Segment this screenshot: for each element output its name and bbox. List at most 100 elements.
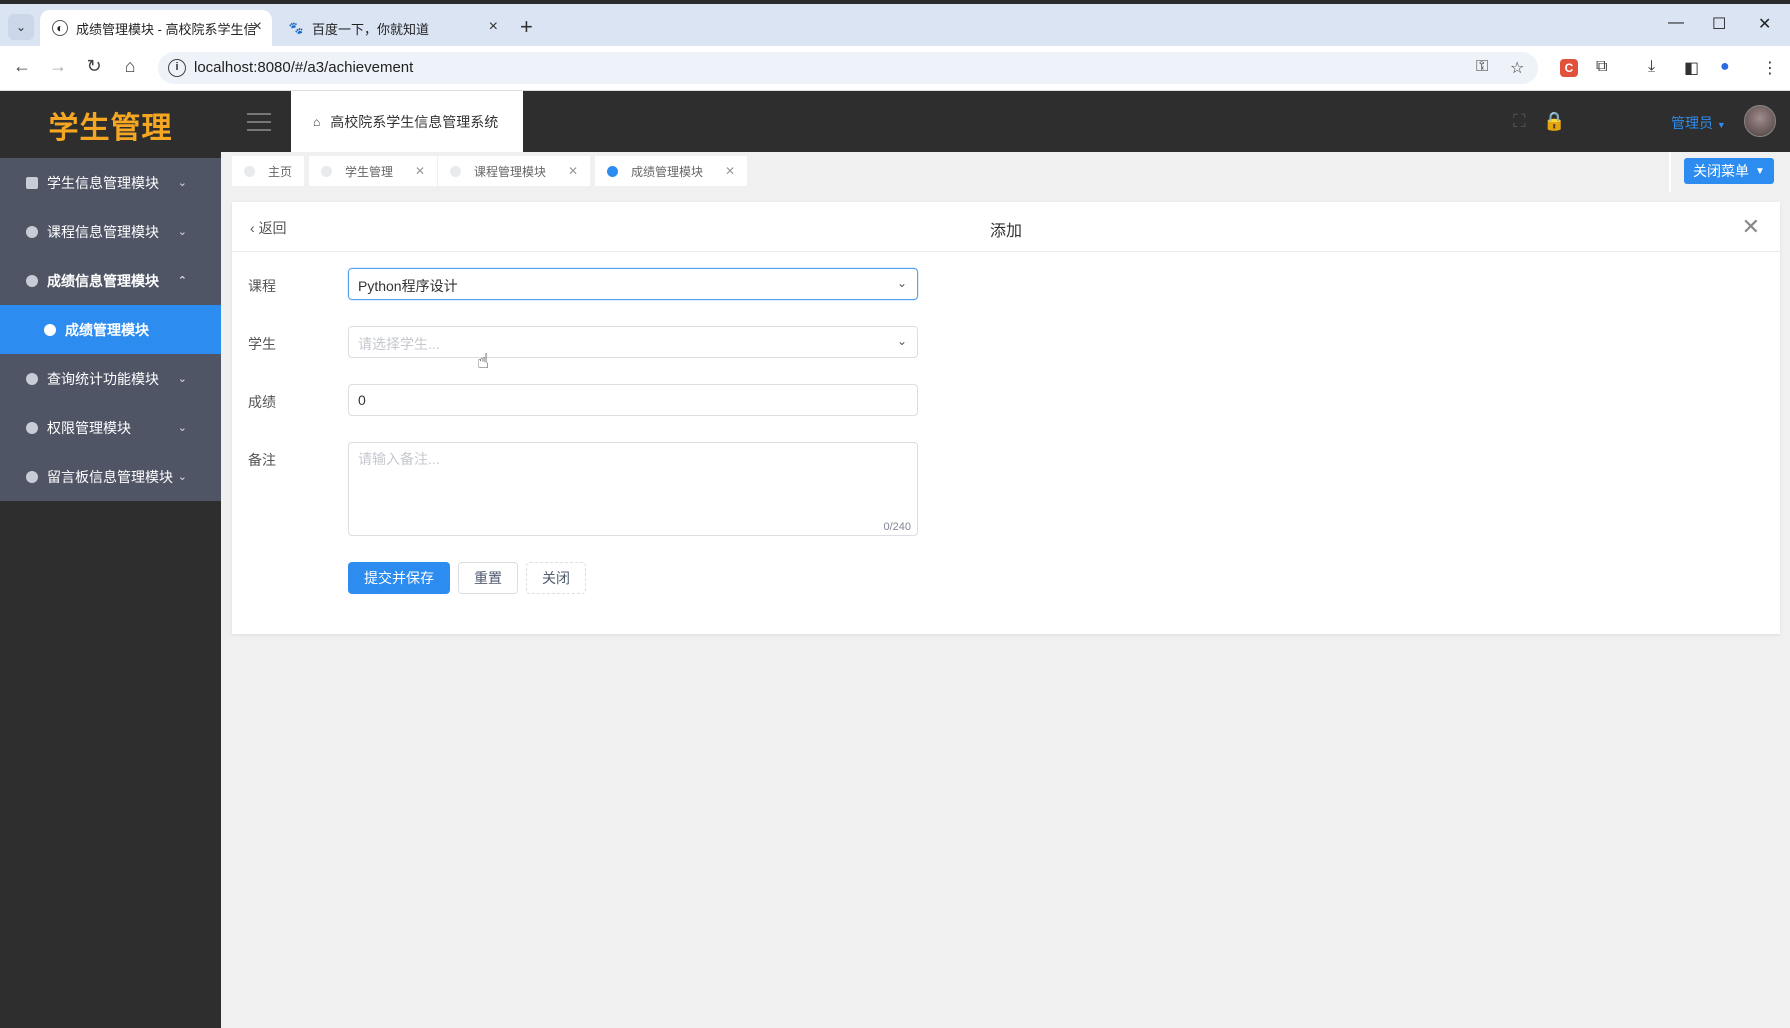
maximize-icon[interactable]: ☐ (1712, 14, 1726, 34)
browser-tab-title: 成绩管理模块 - 高校院系学生信 (76, 21, 257, 37)
tag-score-management[interactable]: 成绩管理模块 ✕ (595, 156, 748, 186)
divider (1669, 152, 1671, 192)
close-tab-icon[interactable]: × (489, 18, 498, 36)
back-arrow-icon[interactable]: ← (10, 56, 34, 77)
tag-course-management[interactable]: 课程管理模块 ✕ (438, 156, 591, 186)
minimize-icon[interactable]: — (1668, 14, 1684, 32)
reset-button[interactable]: 重置 (458, 562, 518, 594)
window-close-icon[interactable]: ✕ (1758, 14, 1771, 34)
sidebar-item-label: 查询统计功能模块 (47, 370, 159, 387)
extension-c-icon[interactable]: C (1560, 59, 1578, 77)
sidebar-item-label: 成绩信息管理模块 (47, 272, 159, 289)
hand-cursor-icon: ☝ (477, 351, 490, 373)
download-icon[interactable]: ⤓ (1648, 58, 1655, 76)
new-tab-button[interactable]: + (520, 14, 533, 40)
site-info-icon[interactable]: i (168, 59, 186, 77)
sidebar-item-label: 留言板信息管理模块 (47, 468, 173, 485)
page-title: 添加 (989, 223, 1022, 240)
tag-label: 成绩管理模块 (631, 164, 704, 179)
close-icon[interactable]: ✕ (1742, 214, 1760, 240)
caret-down-icon: ▼ (1755, 165, 1765, 177)
close-button[interactable]: 关闭 (526, 562, 586, 594)
score-input[interactable]: 0 (348, 384, 918, 416)
avatar[interactable] (1744, 105, 1776, 137)
chevron-down-icon: ⌄ (896, 276, 907, 290)
fullscreen-icon[interactable]: ⛶ (1513, 111, 1526, 132)
tag-home[interactable]: 主页 (232, 156, 305, 186)
browser-tab[interactable]: 🐾 百度一下，你就知道 × (276, 10, 508, 46)
close-menu-label: 关闭菜单 (1693, 163, 1750, 179)
sidebar-item-message-board[interactable]: 留言板信息管理模块 ⌄ (0, 452, 221, 501)
student-placeholder: 请选择学生... (358, 336, 440, 352)
remark-placeholder: 请输入备注... (358, 451, 440, 467)
reload-icon[interactable]: ↻ (82, 56, 106, 77)
course-label: 课程 (248, 278, 276, 294)
menu-toggle-icon[interactable] (247, 113, 271, 137)
score-label: 成绩 (248, 394, 276, 410)
caret-down-icon: ▼ (1716, 120, 1726, 130)
status-dot (244, 166, 255, 177)
home-icon: ⌂ (313, 114, 321, 129)
chevron-down-icon: ⌄ (177, 471, 187, 483)
sidebar-item-label: 权限管理模块 (47, 419, 131, 436)
browser-tabstrip: ⌄ ◐ 成绩管理模块 - 高校院系学生信 × 🐾 百度一下，你就知道 × + —… (0, 0, 1790, 46)
gear-icon (26, 225, 38, 238)
tag-student-management[interactable]: 学生管理 ✕ (309, 156, 438, 186)
sidebar-item-label: 学生信息管理模块 (47, 174, 159, 191)
browser-tab-title: 百度一下，你就知道 (312, 21, 430, 37)
course-value: Python程序设计 (358, 278, 458, 294)
gear-icon (26, 274, 38, 287)
side-panel-icon[interactable]: ◧ (1684, 58, 1699, 78)
url-bar[interactable]: i localhost:8080/#/a3/achievement ⚿ ☆ (158, 52, 1538, 84)
close-tab-icon[interactable]: × (253, 18, 262, 36)
close-icon[interactable]: ✕ (415, 164, 425, 178)
remark-textarea[interactable]: 请输入备注... 0/240 (348, 442, 918, 536)
form-card: ‹ 返回 添加 ✕ 课程 Python程序设计 ⌄ 学生 请选择学生... ⌄ … (232, 202, 1780, 634)
lock-icon[interactable]: 🔒 (1543, 111, 1565, 132)
app-logo: 学生管理 (48, 111, 173, 145)
sidebar-item-student-info[interactable]: 学生信息管理模块 ⌄ (0, 158, 221, 207)
user-name: 管理员 (1671, 115, 1713, 131)
sidebar-item-label: 成绩管理模块 (65, 321, 149, 338)
profile-icon[interactable]: ● (1720, 58, 1730, 76)
tab-search-button[interactable]: ⌄ (8, 14, 34, 40)
chevron-down-icon: ⌄ (177, 422, 187, 434)
close-menu-button[interactable]: 关闭菜单 ▼ (1684, 158, 1774, 184)
submit-save-button[interactable]: 提交并保存 (348, 562, 450, 594)
sidebar: 学生管理 学生信息管理模块 ⌄ 课程信息管理模块 ⌄ 成绩信息管理模块 ⌃ 成绩… (0, 91, 221, 1028)
sidebar-item-score-management[interactable]: 成绩管理模块 (0, 305, 221, 354)
user-menu[interactable]: 管理员 ▼ (1671, 113, 1726, 133)
sidebar-item-label: 课程信息管理模块 (47, 223, 159, 240)
tag-label: 课程管理模块 (474, 164, 547, 179)
tags-nav: 主页 学生管理 ✕ 课程管理模块 ✕ 成绩管理模块 ✕ 关闭菜单 ▼ (221, 152, 1790, 192)
extensions-icon[interactable]: ⧉ (1596, 58, 1607, 76)
student-label: 学生 (248, 336, 276, 352)
url-text: localhost:8080/#/a3/achievement (194, 59, 414, 76)
home-icon[interactable]: ⌂ (118, 56, 142, 77)
course-select[interactable]: Python程序设计 ⌄ (348, 268, 918, 300)
chevron-down-icon: ⌄ (896, 334, 907, 348)
bookmark-star-icon[interactable]: ☆ (1510, 58, 1524, 78)
sidebar-item-query-stats[interactable]: 查询统计功能模块 ⌄ (0, 354, 221, 403)
breadcrumb-home[interactable]: 高校院系学生信息管理系统 (330, 112, 498, 132)
chevron-down-icon: ⌄ (177, 177, 187, 189)
chevron-down-icon: ⌄ (177, 226, 187, 238)
remark-label: 备注 (248, 452, 276, 468)
sidebar-item-score-info[interactable]: 成绩信息管理模块 ⌃ (0, 256, 221, 305)
gear-icon (44, 323, 56, 336)
close-icon[interactable]: ✕ (725, 164, 735, 178)
chevron-down-icon: ⌄ (177, 373, 187, 385)
password-key-icon[interactable]: ⚿ (1476, 58, 1488, 76)
sidebar-item-course-info[interactable]: 课程信息管理模块 ⌄ (0, 207, 221, 256)
score-value: 0 (358, 392, 366, 408)
close-icon[interactable]: ✕ (568, 164, 578, 178)
forward-arrow-icon[interactable]: → (46, 56, 70, 77)
browser-tab-active[interactable]: ◐ 成绩管理模块 - 高校院系学生信 × (40, 10, 272, 46)
more-menu-icon[interactable]: ⋮ (1762, 58, 1778, 78)
sidebar-item-permissions[interactable]: 权限管理模块 ⌄ (0, 403, 221, 452)
tag-label: 主页 (268, 164, 293, 179)
student-select[interactable]: 请选择学生... ⌄ (348, 326, 918, 358)
tag-label: 学生管理 (345, 164, 394, 179)
address-toolbar: ← → ↻ ⌂ i localhost:8080/#/a3/achievemen… (0, 46, 1790, 91)
card-header: ‹ 返回 添加 ✕ (232, 202, 1780, 252)
